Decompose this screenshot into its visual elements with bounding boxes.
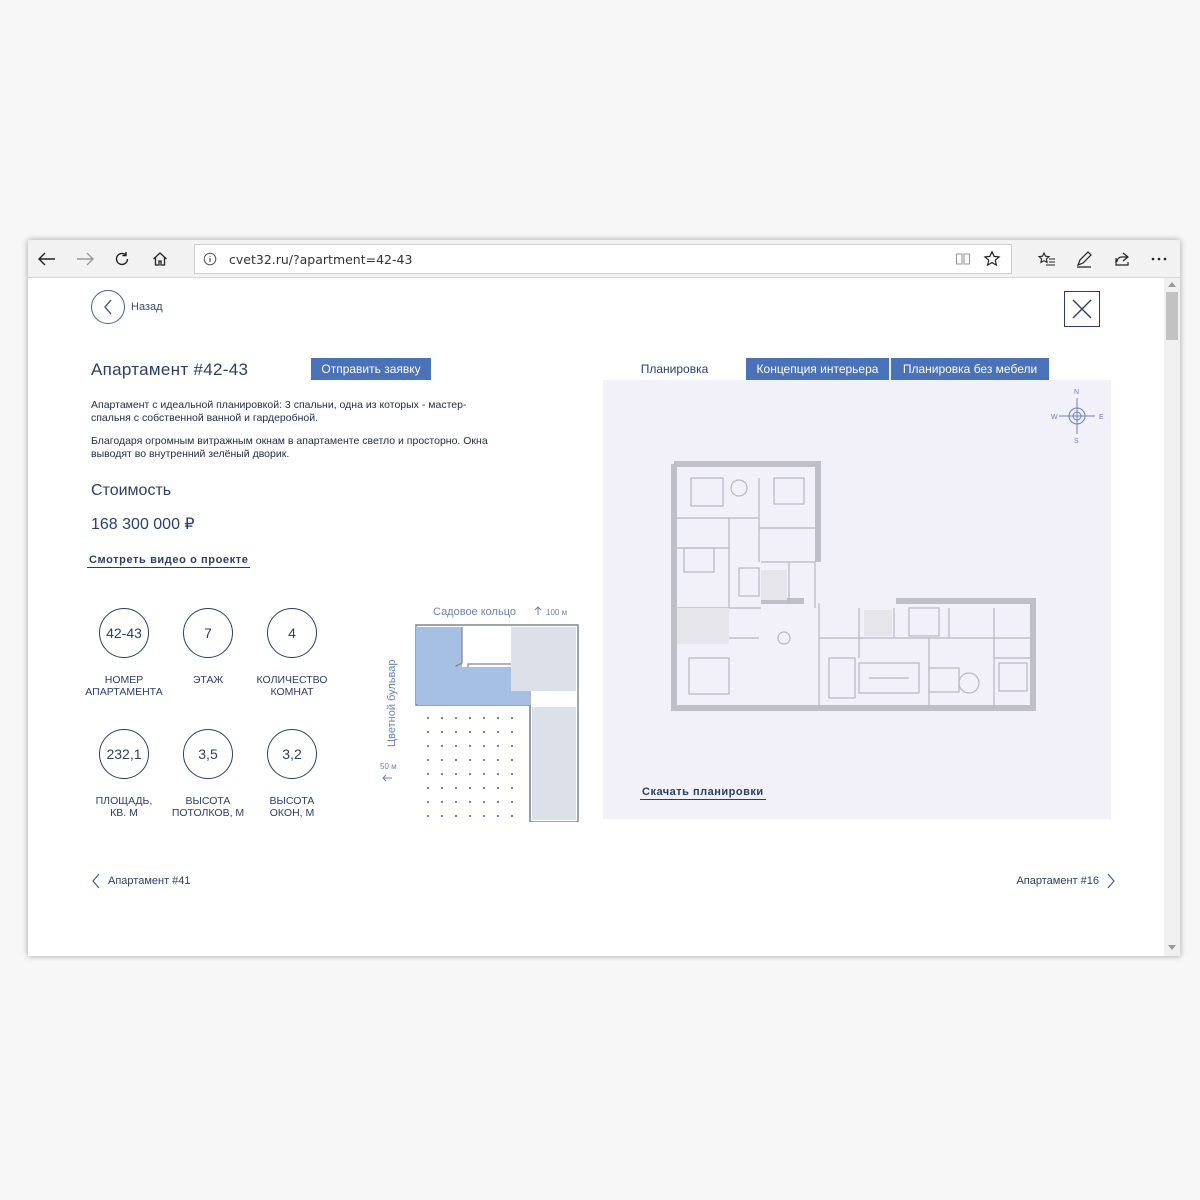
scroll-down-icon[interactable] <box>1168 945 1176 950</box>
tab-layout[interactable]: Планировка <box>603 358 746 380</box>
floorplan-panel: Планировка Концепция интерьера Планировк… <box>603 358 1111 819</box>
close-icon <box>1072 299 1092 319</box>
stat-value: 7 <box>183 608 233 658</box>
vertical-scrollbar[interactable] <box>1164 278 1180 956</box>
favorite-star-icon[interactable] <box>983 250 1001 273</box>
location-map: Садовое кольцо 100 м Цветной бульвар 50 … <box>380 606 579 822</box>
back-label[interactable]: Назад <box>131 301 163 313</box>
distance-left: 50 м <box>380 762 397 771</box>
prev-apartment-link[interactable]: Апартамент #41 <box>91 873 191 889</box>
stat-value: 42-43 <box>99 608 149 658</box>
stat-label: КВ. М <box>110 807 138 819</box>
refresh-icon[interactable] <box>109 246 135 272</box>
stat-label: КОЛИЧЕСТВО <box>256 674 328 686</box>
arrow-left-icon <box>382 774 392 782</box>
stat-label: НОМЕР <box>104 674 144 686</box>
reading-view-icon[interactable] <box>955 251 971 272</box>
browser-toolbar: cvet32.ru/?apartment=42-43 <box>28 240 1180 278</box>
courtyard-dots <box>427 717 513 817</box>
arrow-up-icon <box>534 606 542 615</box>
street-label-tsvetnoy: Цветной бульвар <box>386 660 398 747</box>
stat-value: 3,5 <box>183 729 233 779</box>
address-bar[interactable]: cvet32.ru/?apartment=42-43 <box>194 244 1012 274</box>
page-content: Назад Апартамент #42-43 Отправить заявку… <box>28 278 1164 956</box>
stat-room-count: 4 КОЛИЧЕСТВО КОМНАТ <box>242 608 342 698</box>
compass-icon: N S W E <box>1051 389 1104 444</box>
stat-label: ПЛОЩАДЬ, <box>95 795 153 807</box>
info-icon[interactable] <box>203 252 217 266</box>
chevron-left-icon <box>104 299 112 315</box>
browser-window: cvet32.ru/?apartment=42-43 Назад Апартам… <box>28 240 1180 956</box>
street-label-garden-ring: Садовое кольцо <box>433 606 516 618</box>
compass-n: N <box>1074 389 1079 396</box>
tab-interior-concept[interactable]: Концепция интерьера <box>746 358 889 380</box>
next-apartment-link[interactable]: Апартамент #16 <box>1016 873 1116 889</box>
prev-apartment-label[interactable]: Апартамент #41 <box>108 875 191 887</box>
description-paragraph-1: Апартамент с идеальной планировкой: 3 сп… <box>91 399 467 424</box>
pen-notes-icon[interactable] <box>1071 246 1097 272</box>
stat-window-height: 3,2 ВЫСОТА ОКОН, М <box>242 729 342 819</box>
stat-value: 3,2 <box>267 729 317 779</box>
stat-label: ВЫСОТА <box>185 795 231 807</box>
chevron-left-icon <box>92 873 100 889</box>
close-button[interactable] <box>1064 291 1100 327</box>
share-icon[interactable] <box>1109 246 1135 272</box>
distance-top: 100 м <box>546 608 567 617</box>
stat-value: 4 <box>267 608 317 658</box>
stat-label: АПАРТАМЕНТА <box>85 686 163 698</box>
back-button[interactable] <box>91 290 125 324</box>
compass-s: S <box>1074 438 1079 444</box>
chevron-right-icon <box>1107 873 1115 889</box>
watch-video-link[interactable]: Смотреть видео о проекте <box>87 554 251 568</box>
stat-value: 232,1 <box>99 729 149 779</box>
send-request-button[interactable]: Отправить заявку <box>311 358 431 380</box>
stat-label: ЭТАЖ <box>192 674 224 686</box>
compass-w: W <box>1051 414 1058 421</box>
price-value: 168 300 000 ₽ <box>91 516 195 533</box>
home-icon[interactable] <box>147 246 173 272</box>
download-plans-link[interactable]: Скачать планировки <box>640 786 766 800</box>
scroll-thumb[interactable] <box>1166 292 1178 340</box>
description-paragraph-2: Благодаря огромным витражным окнам в апа… <box>91 435 488 460</box>
cost-label: Стоимость <box>91 482 172 499</box>
compass-e: E <box>1099 414 1104 421</box>
favorites-list-icon[interactable] <box>1034 246 1060 272</box>
stat-label: КОМНАТ <box>270 686 314 698</box>
page-title: Апартамент #42-43 <box>91 360 249 379</box>
forward-arrow-icon[interactable] <box>72 246 98 272</box>
stat-label: ПОТОЛКОВ, М <box>171 807 245 819</box>
scroll-up-icon[interactable] <box>1168 282 1176 287</box>
url-text[interactable]: cvet32.ru/?apartment=42-43 <box>229 252 412 267</box>
stat-label: ВЫСОТА <box>269 795 315 807</box>
more-menu-icon[interactable] <box>1146 246 1172 272</box>
tab-layout-no-furniture[interactable]: Планировка без мебели <box>891 358 1049 380</box>
floorplan-drawing <box>671 461 1036 711</box>
next-apartment-label[interactable]: Апартамент #16 <box>1016 875 1099 887</box>
back-arrow-icon[interactable] <box>34 246 60 272</box>
stat-label: ОКОН, М <box>269 807 315 819</box>
